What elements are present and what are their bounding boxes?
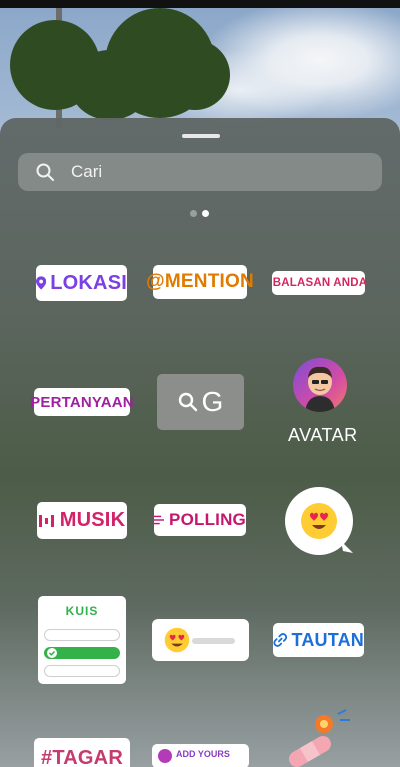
poll-lines-icon <box>154 515 165 525</box>
gif-search-sticker[interactable]: G <box>157 374 244 430</box>
music-bars-icon <box>38 514 54 527</box>
reply-sticker-label: BALASAN ANDA <box>272 277 368 289</box>
emoji-slider-sticker[interactable] <box>152 619 249 661</box>
drag-handle[interactable] <box>182 134 220 138</box>
avatar-sticker[interactable] <box>293 358 347 412</box>
page-indicator <box>190 210 209 217</box>
avatar-label: AVATAR <box>288 425 358 445</box>
link-sticker-label: TAUTAN <box>291 629 364 650</box>
camera-icon <box>158 749 172 763</box>
questions-sticker[interactable]: PERTANYAAN <box>30 388 134 416</box>
search-icon <box>178 392 197 412</box>
hashtag-sticker-label: #TAGAR <box>41 746 123 767</box>
location-pin-icon <box>36 276 47 290</box>
status-bar <box>0 0 400 8</box>
heart-eyes-emoji-icon <box>301 503 337 539</box>
link-sticker[interactable]: TAUTAN <box>273 623 364 657</box>
slider-track <box>192 638 235 644</box>
add-yours-label: ADD YOURS <box>176 749 230 759</box>
music-sticker-label: MUSIK <box>59 509 126 531</box>
speech-tail-icon <box>341 541 353 553</box>
quiz-option <box>44 629 120 641</box>
search-bar[interactable]: Cari <box>18 153 382 191</box>
add-yours-reply-sticker[interactable]: BALASAN ANDA <box>272 271 368 295</box>
emoji-reaction-sticker[interactable] <box>285 487 353 555</box>
page-dot-active[interactable] <box>202 210 209 217</box>
tree-foliage <box>160 40 230 110</box>
heart-eyes-emoji-icon <box>164 627 190 653</box>
add-yours-sticker[interactable]: ADD YOURS <box>152 744 249 767</box>
questions-sticker-label: PERTANYAAN <box>30 393 134 411</box>
check-icon <box>47 648 57 658</box>
hashtag-sticker[interactable]: #TAGAR <box>34 738 130 767</box>
poll-sticker[interactable]: POLLING <box>154 504 246 536</box>
gif-label: G <box>201 386 224 417</box>
quiz-option <box>44 665 120 677</box>
location-sticker-label: LOKASI <box>50 271 127 294</box>
sticker-tray: Cari LOKASI @MENTION BALASAN ANDA PERTAN… <box>0 118 400 767</box>
bandage-flower-icon[interactable] <box>276 708 356 767</box>
music-sticker[interactable]: MUSIK <box>37 502 127 539</box>
mention-sticker[interactable]: @MENTION <box>146 265 254 299</box>
search-input[interactable]: Cari <box>71 162 102 182</box>
quiz-sticker[interactable]: KUIS <box>38 596 126 684</box>
link-icon <box>273 633 288 647</box>
search-icon <box>36 163 54 181</box>
avatar-face-icon <box>305 366 335 412</box>
quiz-sticker-label: KUIS <box>65 604 99 618</box>
poll-sticker-label: POLLING <box>169 510 246 529</box>
location-sticker[interactable]: LOKASI <box>36 265 127 301</box>
quiz-option-correct <box>44 647 120 659</box>
mention-sticker-label: @MENTION <box>146 271 254 292</box>
page-dot[interactable] <box>190 210 197 217</box>
